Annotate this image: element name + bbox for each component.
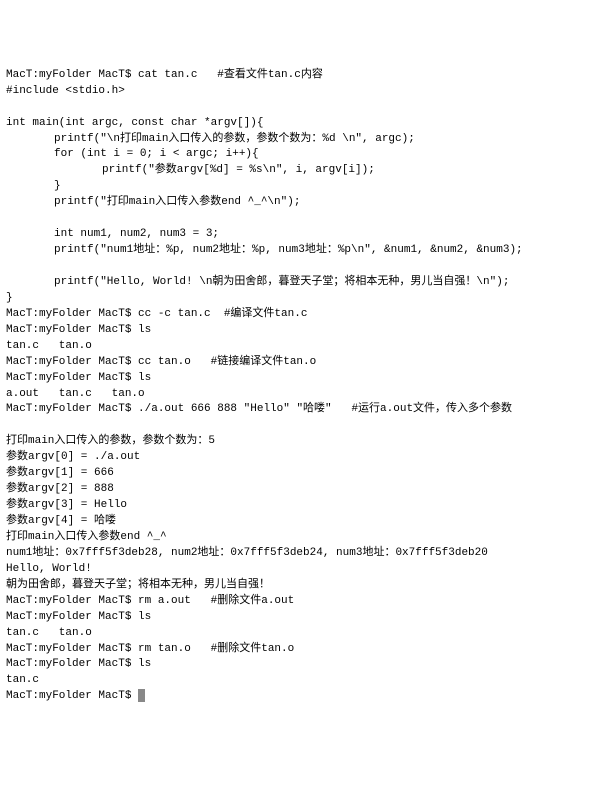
terminal-line: printf("\n打印main入口传入的参数，参数个数为：%d \n", ar… (6, 132, 599, 148)
terminal-line: MacT:myFolder MacT$ ls (6, 610, 599, 626)
terminal-line: 打印main入口传入参数end ^_^ (6, 530, 599, 546)
terminal-line: 参数argv[4] = 哈喽 (6, 514, 599, 530)
terminal-line (6, 100, 599, 116)
terminal-line: MacT:myFolder MacT$ ls (6, 657, 599, 673)
terminal-line: } (6, 179, 599, 195)
terminal-line: 打印main入口传入的参数，参数个数为：5 (6, 434, 599, 450)
terminal-line: 朝为田舍郎，暮登天子堂；将相本无种，男儿当自强！ (6, 578, 599, 594)
terminal-line: for (int i = 0; i < argc; i++){ (6, 147, 599, 163)
terminal-line: 参数argv[0] = ./a.out (6, 450, 599, 466)
terminal-line: MacT:myFolder MacT$ cc tan.o #链接编译文件tan.… (6, 355, 599, 371)
terminal-line (6, 418, 599, 434)
terminal-line: MacT:myFolder MacT$ cat tan.c #查看文件tan.c… (6, 68, 599, 84)
terminal-line: MacT:myFolder MacT$ ./a.out 666 888 "Hel… (6, 402, 599, 418)
terminal-line: 参数argv[2] = 888 (6, 482, 599, 498)
terminal-line: printf("Hello, World! \n朝为田舍郎，暮登天子堂；将相本无… (6, 275, 599, 291)
terminal-prompt-line[interactable]: MacT:myFolder MacT$ (6, 689, 599, 705)
terminal-line: printf("打印main入口传入参数end ^_^\n"); (6, 195, 599, 211)
terminal-cursor (138, 689, 145, 702)
terminal-line: } (6, 291, 599, 307)
terminal-line: printf("参数argv[%d] = %s\n", i, argv[i]); (6, 163, 599, 179)
terminal-line: MacT:myFolder MacT$ rm a.out #删除文件a.out (6, 594, 599, 610)
terminal-output: MacT:myFolder MacT$ cat tan.c #查看文件tan.c… (6, 68, 599, 690)
terminal-line: a.out tan.c tan.o (6, 387, 599, 403)
terminal-line: Hello, World! (6, 562, 599, 578)
terminal-line: MacT:myFolder MacT$ ls (6, 371, 599, 387)
terminal-line: int main(int argc, const char *argv[]){ (6, 116, 599, 132)
terminal-line: printf("num1地址：%p, num2地址：%p, num3地址：%p\… (6, 243, 599, 259)
terminal-line: num1地址：0x7fff5f3deb28, num2地址：0x7fff5f3d… (6, 546, 599, 562)
terminal-line: tan.c (6, 673, 599, 689)
terminal-line: #include <stdio.h> (6, 84, 599, 100)
terminal-line (6, 211, 599, 227)
terminal-line: int num1, num2, num3 = 3; (6, 227, 599, 243)
terminal-line: tan.c tan.o (6, 339, 599, 355)
terminal-line: 参数argv[1] = 666 (6, 466, 599, 482)
terminal-line: 参数argv[3] = Hello (6, 498, 599, 514)
terminal-line: MacT:myFolder MacT$ ls (6, 323, 599, 339)
terminal-prompt: MacT:myFolder MacT$ (6, 690, 138, 702)
terminal-line (6, 259, 599, 275)
terminal-line: MacT:myFolder MacT$ rm tan.o #删除文件tan.o (6, 642, 599, 658)
terminal-line: tan.c tan.o (6, 626, 599, 642)
terminal-line: MacT:myFolder MacT$ cc -c tan.c #编译文件tan… (6, 307, 599, 323)
